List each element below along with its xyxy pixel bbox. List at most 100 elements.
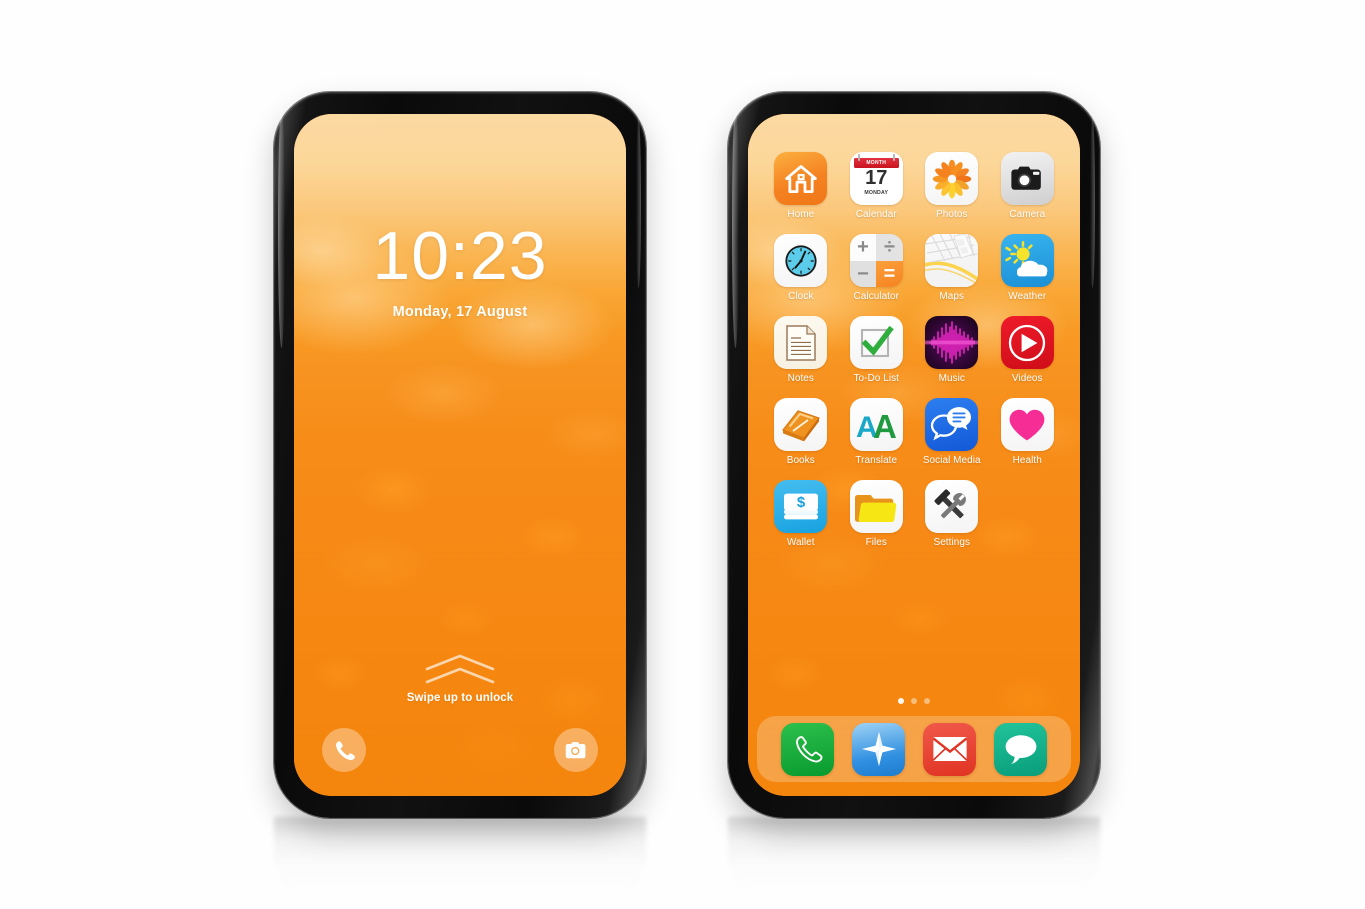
cash-stack-icon: $ bbox=[783, 493, 818, 519]
phone-reflection-left bbox=[274, 817, 646, 903]
app-music[interactable]: Music bbox=[917, 316, 987, 384]
page-dot-1[interactable] bbox=[898, 698, 904, 704]
app-calculator[interactable]: + ÷ − = Calculator bbox=[842, 234, 912, 302]
app-icon-photos[interactable] bbox=[925, 152, 979, 205]
checkmark-icon bbox=[861, 325, 895, 357]
dock-app-messages[interactable] bbox=[994, 722, 1047, 776]
sun-cloud-icon bbox=[1005, 240, 1048, 276]
app-label-music: Music bbox=[938, 373, 965, 384]
waveform-icon bbox=[925, 321, 979, 364]
app-icon-camera[interactable] bbox=[1000, 152, 1054, 205]
compass-icon bbox=[861, 731, 896, 767]
dock-app-compass[interactable] bbox=[852, 722, 905, 776]
dock-app-mail[interactable] bbox=[923, 722, 976, 776]
calculator-divide-key: ÷ bbox=[876, 234, 903, 261]
page-indicator-dots[interactable] bbox=[748, 698, 1080, 704]
app-icon-maps[interactable] bbox=[925, 234, 979, 287]
app-photos[interactable]: Photos bbox=[917, 152, 987, 220]
app-translate[interactable]: A A Translate bbox=[842, 398, 912, 466]
app-label-translate: Translate bbox=[855, 455, 898, 466]
app-icon-health[interactable] bbox=[1000, 398, 1054, 451]
app-files[interactable]: Files bbox=[842, 480, 912, 548]
app-label-weather: Weather bbox=[1008, 291, 1047, 302]
app-icon-translate[interactable]: A A bbox=[849, 398, 903, 451]
app-icon-books[interactable] bbox=[774, 398, 828, 451]
book-icon bbox=[781, 409, 820, 441]
app-label-books: Books bbox=[786, 455, 815, 466]
calendar-day-number: 17 bbox=[865, 167, 888, 189]
clock-icon bbox=[785, 244, 817, 277]
lock-camera-shortcut[interactable] bbox=[554, 728, 598, 772]
app-label-photos: Photos bbox=[936, 209, 968, 220]
app-label-maps: Maps bbox=[939, 291, 965, 302]
app-icon-music[interactable] bbox=[925, 316, 979, 369]
app-icon-settings[interactable] bbox=[925, 480, 979, 533]
app-health[interactable]: Health bbox=[993, 398, 1063, 466]
app-label-home: Home bbox=[787, 209, 815, 220]
scene: 10:23 Monday, 17 August Swipe up to unlo… bbox=[0, 0, 1365, 909]
app-label-videos: Videos bbox=[1011, 373, 1043, 384]
dock bbox=[757, 716, 1071, 782]
camera-icon bbox=[565, 741, 585, 758]
svg-text:A: A bbox=[873, 408, 897, 442]
phone-reflection-right bbox=[728, 817, 1100, 903]
app-icon-calculator[interactable]: + ÷ − = bbox=[849, 234, 903, 287]
phone-device-home-screen: Home MONTH 17 MONDAY Calendar Photos Cam… bbox=[728, 92, 1100, 818]
app-notes[interactable]: Notes bbox=[766, 316, 836, 384]
app-calendar[interactable]: MONTH 17 MONDAY Calendar bbox=[842, 152, 912, 220]
dock-app-phone[interactable] bbox=[781, 722, 834, 776]
home-screen[interactable]: Home MONTH 17 MONDAY Calendar Photos Cam… bbox=[748, 114, 1080, 796]
calculator-equals-key: = bbox=[876, 260, 903, 287]
app-home[interactable]: Home bbox=[766, 152, 836, 220]
chat-bubbles-icon bbox=[930, 406, 971, 440]
app-books[interactable]: Books bbox=[766, 398, 836, 466]
chevron-up-double-icon bbox=[425, 654, 495, 684]
app-camera[interactable]: Camera bbox=[993, 152, 1063, 220]
app-social-media[interactable]: Social Media bbox=[917, 398, 987, 466]
folder-icon bbox=[855, 494, 897, 522]
app-icon-wallet[interactable]: $ bbox=[774, 480, 828, 533]
app-icon-videos[interactable] bbox=[1000, 316, 1054, 369]
calendar-header-text: MONTH bbox=[866, 159, 887, 166]
play-circle-icon bbox=[1009, 324, 1046, 361]
swipe-up-label: Swipe up to unlock bbox=[406, 692, 514, 704]
app-label-files: Files bbox=[865, 537, 887, 548]
app-weather[interactable]: Weather bbox=[993, 234, 1063, 302]
app-icon-files[interactable] bbox=[849, 480, 903, 533]
app-label-health: Health bbox=[1012, 455, 1042, 466]
app-label-settings: Settings bbox=[933, 537, 971, 548]
tools-icon bbox=[934, 488, 966, 518]
lock-screen[interactable]: 10:23 Monday, 17 August Swipe up to unlo… bbox=[294, 114, 626, 796]
app-icon-home[interactable] bbox=[774, 152, 828, 205]
heart-icon bbox=[1009, 409, 1045, 440]
app-icon-calendar[interactable]: MONTH 17 MONDAY bbox=[849, 152, 903, 205]
envelope-icon bbox=[932, 737, 967, 761]
app-icon-notes[interactable] bbox=[774, 316, 828, 369]
app-maps[interactable]: Maps bbox=[917, 234, 987, 302]
app-label-clock: Clock bbox=[788, 291, 814, 302]
page-dot-2[interactable] bbox=[911, 698, 917, 704]
app-settings[interactable]: Settings bbox=[917, 480, 987, 548]
letter-a-a-icon: A A bbox=[856, 408, 897, 442]
app-icon-clock[interactable] bbox=[774, 234, 828, 287]
swipe-up-hint[interactable]: Swipe up to unlock bbox=[294, 654, 626, 704]
app-wallet[interactable]: $ Wallet bbox=[766, 480, 836, 548]
calculator-plus-key: + bbox=[849, 234, 877, 261]
app-clock[interactable]: Clock bbox=[766, 234, 836, 302]
app-videos[interactable]: Videos bbox=[993, 316, 1063, 384]
app-label-calculator: Calculator bbox=[853, 291, 900, 302]
lock-phone-shortcut[interactable] bbox=[322, 728, 366, 772]
phone-icon bbox=[795, 736, 822, 763]
app-label-notes: Notes bbox=[787, 373, 814, 384]
app-label-camera: Camera bbox=[1009, 209, 1046, 220]
house-icon bbox=[784, 164, 817, 193]
app-todo-list[interactable]: To-Do List bbox=[842, 316, 912, 384]
app-grid: Home MONTH 17 MONDAY Calendar Photos Cam… bbox=[766, 152, 1062, 548]
page-dot-3[interactable] bbox=[924, 698, 930, 704]
calculator-minus-key: − bbox=[849, 260, 877, 287]
app-icon-todo-list[interactable] bbox=[849, 316, 903, 369]
app-icon-social-media[interactable] bbox=[925, 398, 979, 451]
app-icon-weather[interactable] bbox=[1000, 234, 1054, 287]
phone-icon bbox=[335, 740, 355, 760]
app-label-wallet: Wallet bbox=[786, 537, 815, 548]
